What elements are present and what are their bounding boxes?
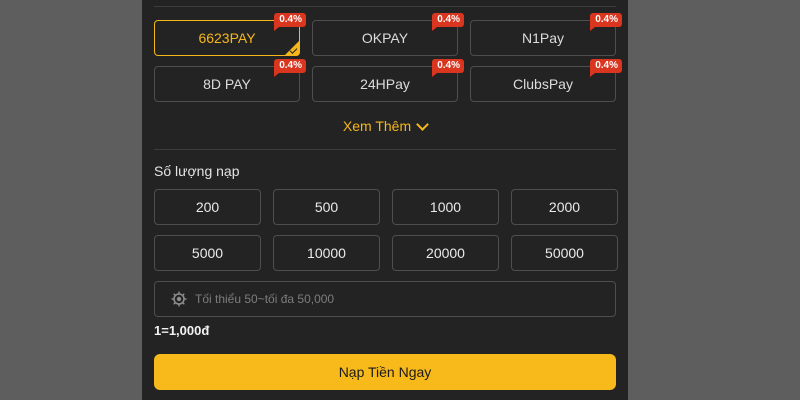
- payment-method-label: OKPAY: [361, 30, 409, 46]
- see-more-label: Xem Thêm: [342, 118, 412, 134]
- payment-method-24hpay[interactable]: 24HPay 0.4%: [312, 59, 464, 102]
- payment-method-label: 24HPay: [360, 76, 410, 92]
- amount-section-label: Số lượng nạp: [154, 163, 240, 179]
- amount-option-5000[interactable]: 5000: [154, 235, 261, 271]
- payment-method-label: 8D PAY: [203, 76, 251, 92]
- chevron-down-icon: [416, 117, 429, 131]
- divider: [154, 6, 616, 7]
- payment-method-clubspay[interactable]: ClubsPay 0.4%: [470, 59, 622, 102]
- payment-method-6623pay[interactable]: 6623PAY 0.4%: [154, 13, 306, 56]
- amount-input-field[interactable]: [154, 281, 616, 317]
- rate-badge: 0.4%: [274, 13, 306, 31]
- rate-badge: 0.4%: [590, 59, 622, 77]
- payment-method-okpay[interactable]: OKPAY 0.4%: [312, 13, 464, 56]
- rate-badge: 0.4%: [590, 13, 622, 31]
- payment-method-grid: 6623PAY 0.4% OKPAY 0.4% N1Pay 0.4% 8D PA…: [154, 13, 622, 102]
- rate-badge: 0.4%: [432, 59, 464, 77]
- see-more-link[interactable]: Xem Thêm: [142, 117, 628, 134]
- amount-options-grid: 200 500 1000 2000 5000 10000 20000 50000: [154, 189, 618, 271]
- deposit-panel: 6623PAY 0.4% OKPAY 0.4% N1Pay 0.4% 8D PA…: [142, 0, 628, 400]
- rate-badge: 0.4%: [274, 59, 306, 77]
- amount-option-2000[interactable]: 2000: [511, 189, 618, 225]
- amount-option-20000[interactable]: 20000: [392, 235, 499, 271]
- deposit-button-label: Nạp Tiền Ngay: [338, 364, 432, 380]
- coin-icon: [171, 291, 187, 307]
- payment-method-label: ClubsPay: [513, 76, 573, 92]
- amount-option-10000[interactable]: 10000: [273, 235, 380, 271]
- amount-input[interactable]: [195, 292, 615, 306]
- payment-method-8dpay[interactable]: 8D PAY 0.4%: [154, 59, 306, 102]
- amount-option-500[interactable]: 500: [273, 189, 380, 225]
- amount-option-50000[interactable]: 50000: [511, 235, 618, 271]
- divider: [154, 149, 616, 150]
- rate-badge: 0.4%: [432, 13, 464, 31]
- amount-option-1000[interactable]: 1000: [392, 189, 499, 225]
- payment-method-label: 6623PAY: [198, 30, 256, 46]
- amount-option-200[interactable]: 200: [154, 189, 261, 225]
- exchange-rate-text: 1=1,000đ: [154, 323, 210, 338]
- payment-method-label: N1Pay: [521, 30, 565, 46]
- deposit-now-button[interactable]: Nạp Tiền Ngay: [154, 354, 616, 390]
- payment-method-n1pay[interactable]: N1Pay 0.4%: [470, 13, 622, 56]
